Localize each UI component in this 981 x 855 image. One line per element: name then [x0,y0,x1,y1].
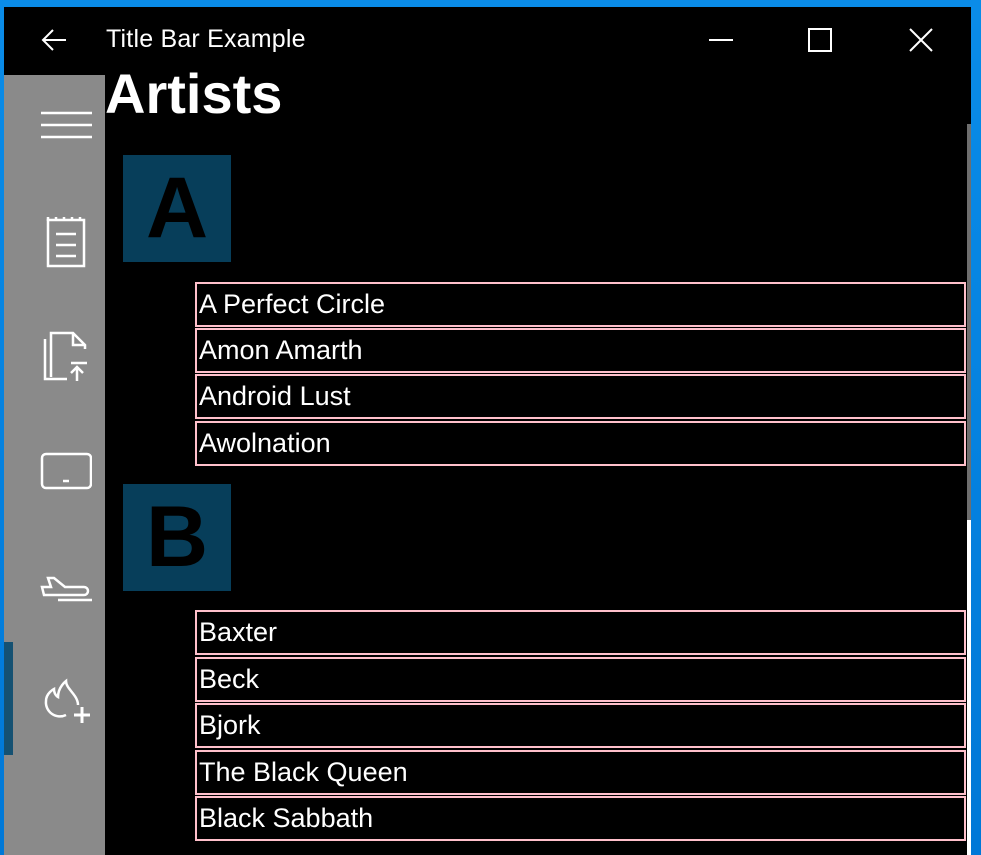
group-header-b[interactable]: B [123,484,231,591]
list-item[interactable]: The Black Queen [195,750,966,795]
list-item[interactable]: Awolnation [195,421,966,466]
close-button[interactable] [901,21,941,57]
nav-item-flame-add[interactable] [32,669,92,729]
app-window: Title Bar Example Artists A A Perfect Ci… [4,7,971,855]
list-item[interactable]: Baxter [195,610,966,655]
minimize-icon [709,39,733,41]
scrollbar-track[interactable] [967,520,971,855]
hamburger-menu-button[interactable] [32,95,92,155]
arrow-left-icon [41,29,66,51]
navigation-pane [4,75,105,855]
maximize-icon [808,28,832,52]
airplane-landing-icon [40,576,92,602]
selection-indicator [4,642,13,755]
page-title: Artists [105,62,283,125]
group-header-a[interactable]: A [123,155,231,262]
back-button[interactable] [38,25,72,55]
document-upload-icon [43,331,87,381]
nav-item-notepad[interactable] [32,210,92,270]
list-item[interactable]: A Perfect Circle [195,282,966,327]
list-item[interactable]: Amon Amarth [195,328,966,373]
maximize-button[interactable] [801,21,841,57]
hamburger-menu-icon [41,111,92,139]
list-item[interactable]: Black Sabbath [195,796,966,841]
scrollbar-thumb[interactable] [967,124,971,520]
list-item[interactable]: Bjork [195,703,966,748]
list-item[interactable]: Beck [195,657,966,702]
nav-item-airplane[interactable] [32,553,92,613]
close-icon [909,28,933,52]
flame-add-icon [44,678,90,723]
minimize-button[interactable] [701,21,741,57]
nav-item-document-upload[interactable] [32,325,92,385]
nav-item-tablet[interactable] [32,439,93,499]
notepad-icon [46,217,86,268]
tablet-icon [40,452,93,490]
window-title: Title Bar Example [106,25,306,53]
list-item[interactable]: Android Lust [195,374,966,419]
